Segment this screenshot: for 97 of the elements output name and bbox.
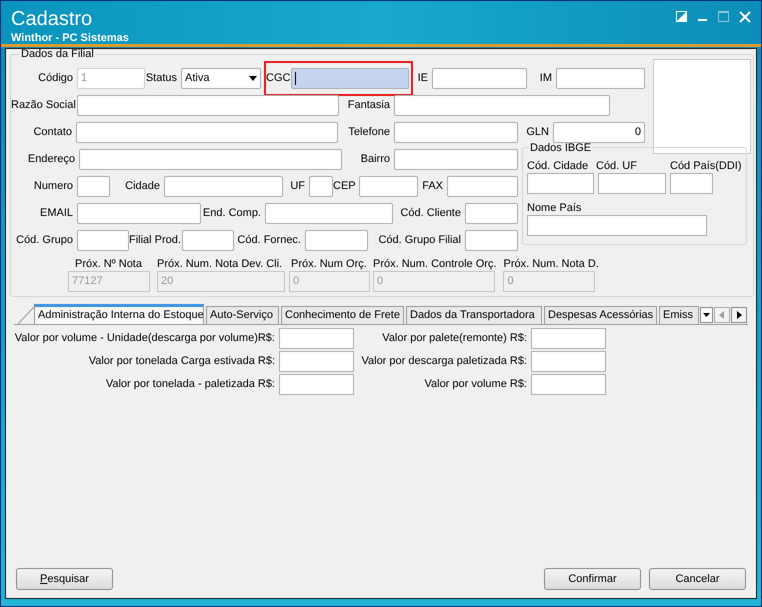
field-label: CEP <box>333 178 357 194</box>
input-field[interactable] <box>394 148 518 170</box>
field-label: Telefone <box>347 124 391 140</box>
field-label: Cód. Grupo Filial <box>377 232 462 248</box>
field-label: GLN <box>525 124 550 140</box>
field-label: EMAIL <box>38 206 74 221</box>
input-field[interactable] <box>79 148 342 170</box>
field-label: Cód. Cidade <box>527 159 590 172</box>
group-title: Dados da Filial <box>20 47 95 62</box>
input-field[interactable] <box>394 122 518 142</box>
field-label: Razão Social <box>11 98 77 113</box>
close-icon[interactable] <box>739 11 751 23</box>
field-label: Cód. UF <box>596 159 638 172</box>
field-label: Cód País(DDI) <box>669 159 742 172</box>
input-field[interactable] <box>305 230 368 250</box>
input-field[interactable] <box>76 122 338 142</box>
field-label: Valor por volume R$: <box>423 376 528 392</box>
tab[interactable]: Auto-Serviço <box>206 306 279 324</box>
input-field[interactable] <box>359 176 418 196</box>
field-label: CGC <box>266 70 291 86</box>
field-label: Código <box>37 70 74 86</box>
input-field: 0 <box>503 270 596 292</box>
field-label: Numero <box>32 178 74 194</box>
field-label: Próx. Num. Nota Dev. Cli. <box>157 256 284 270</box>
field-label: Contato <box>32 124 73 140</box>
input-field[interactable] <box>279 328 354 348</box>
input-field: 77127 <box>68 270 150 292</box>
input-field[interactable] <box>527 173 594 194</box>
field-label: Cód. Cliente <box>399 206 462 221</box>
half-filled-square-icon[interactable] <box>676 11 687 22</box>
status-select[interactable]: Ativa <box>181 68 261 88</box>
input-field: 0 <box>373 270 495 292</box>
field-label: Próx. Num. Controle Orç. <box>373 256 496 270</box>
input-field[interactable] <box>77 202 201 224</box>
caret-icon <box>249 76 257 80</box>
group-title: Dados IBGE <box>529 140 592 156</box>
field-label: Bairro <box>360 152 391 167</box>
field-label: Valor por volume - Unidade(descarga por volume)R$: <box>14 330 276 346</box>
field-label: Valor por tonelada Carga estivada R$: <box>88 354 276 369</box>
tab[interactable]: Conhecimento de Frete <box>281 306 404 324</box>
input-field[interactable]: 0 <box>553 122 645 142</box>
text-cursor <box>295 72 296 84</box>
input-field[interactable] <box>164 176 283 196</box>
field-label: Próx. Nº Nota <box>74 256 143 270</box>
input-field[interactable] <box>77 94 339 116</box>
input-field: 20 <box>157 270 285 292</box>
scroll-right-icon[interactable] <box>731 306 747 322</box>
input-field[interactable] <box>531 350 606 372</box>
field-label: Valor por tonelada - paletizada R$: <box>104 376 276 392</box>
tab[interactable]: Dados da Transportadora <box>406 306 542 324</box>
field-label: Próx. Num. Nota D. <box>503 256 599 270</box>
input-field[interactable] <box>531 328 606 348</box>
field-label: FAX <box>421 178 444 194</box>
input-field[interactable] <box>465 202 518 224</box>
input-field[interactable] <box>309 176 333 196</box>
dialog-button[interactable]: Cancelar <box>649 568 746 590</box>
input-field[interactable] <box>77 176 110 196</box>
field-label: IE <box>416 70 429 86</box>
input-field[interactable] <box>598 173 666 194</box>
input-field[interactable] <box>291 68 409 88</box>
field-label: Fantasia <box>346 98 391 113</box>
field-label: Valor por descarga paletizada R$: <box>360 354 528 369</box>
field-label: Cód. Grupo <box>15 232 74 248</box>
input-field[interactable] <box>265 202 393 224</box>
input-field[interactable] <box>182 230 234 250</box>
field-label: Cidade <box>124 178 161 194</box>
field-label: Endereço <box>26 152 76 167</box>
field-label: End. Comp. <box>202 206 262 221</box>
dropdown-icon[interactable] <box>700 306 713 322</box>
input-field[interactable] <box>279 350 354 372</box>
tab[interactable]: Emiss <box>659 306 699 324</box>
input-field[interactable] <box>279 374 354 394</box>
dialog-button[interactable]: Confirmar <box>544 568 641 590</box>
field-label: Status <box>145 70 178 86</box>
input-field[interactable] <box>77 230 129 250</box>
window-title: Cadastro <box>11 7 94 31</box>
field-label: UF <box>289 178 306 194</box>
input-field[interactable] <box>465 230 518 250</box>
field-label: IM <box>538 70 553 86</box>
window-subtitle: Winthor - PC Sistemas <box>11 31 129 45</box>
input-field: 0 <box>289 270 370 292</box>
dialog-button[interactable]: Pesquisar <box>16 568 113 590</box>
input-field[interactable] <box>527 215 707 236</box>
input-field[interactable] <box>432 68 527 88</box>
input-field[interactable] <box>670 173 713 194</box>
maximize-icon[interactable] <box>718 11 729 22</box>
tab[interactable]: Despesas Acessórias <box>544 306 657 324</box>
input-field[interactable] <box>531 374 606 394</box>
field-label: Valor por palete(remonte) R$: <box>381 330 528 346</box>
field-label: Próx. Num Orç. <box>290 256 368 270</box>
field-label: Cód. Fornec. <box>236 232 302 248</box>
field-label: Nome País <box>527 201 582 214</box>
input-field[interactable] <box>447 176 518 196</box>
input-field[interactable] <box>394 94 610 116</box>
input-field[interactable] <box>556 68 645 88</box>
field-label: Filial Prod. <box>129 232 182 248</box>
tab[interactable]: Administração Interna do Estoque <box>34 304 204 324</box>
